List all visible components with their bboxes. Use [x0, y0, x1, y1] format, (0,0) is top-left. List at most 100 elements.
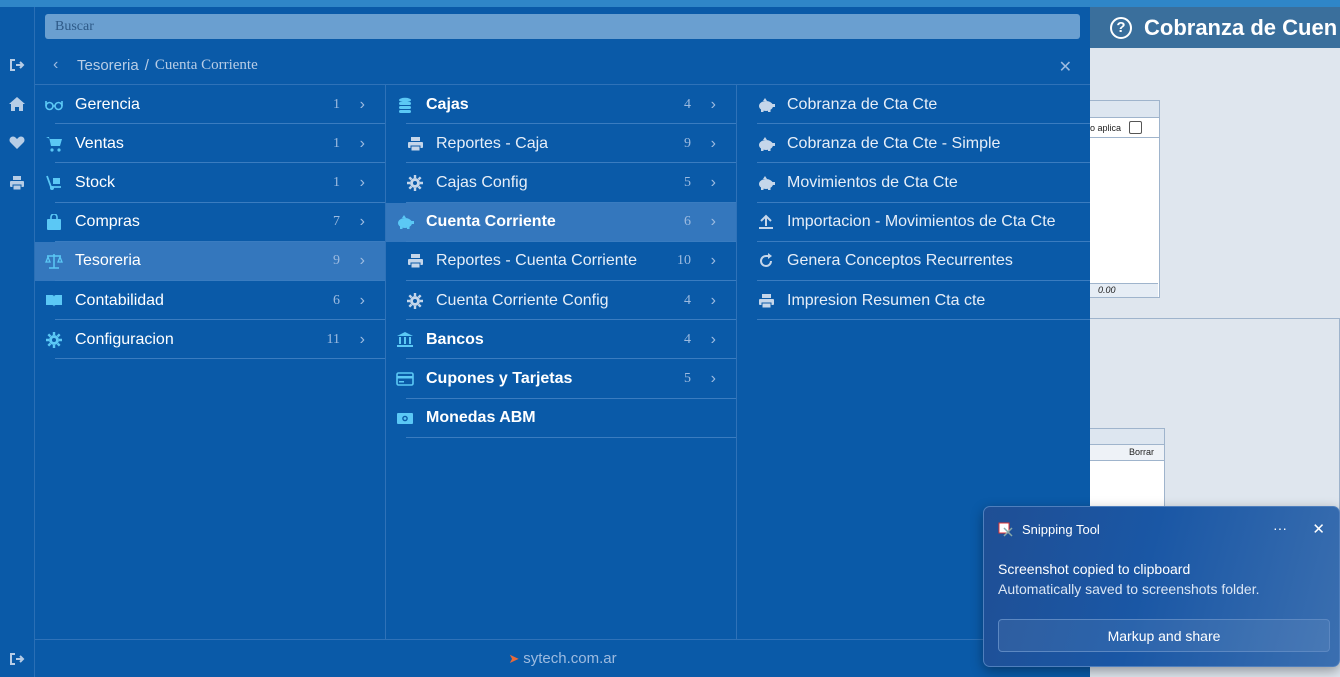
submenu-item-cuenta-corriente[interactable]: Cuenta Corriente 6 › — [386, 202, 736, 242]
toast-app-name: Snipping Tool — [1022, 522, 1100, 537]
menu-item-label: Stock — [75, 173, 116, 191]
heart-icon[interactable] — [6, 132, 28, 154]
gear-icon — [45, 331, 63, 349]
toast-notification: Snipping Tool ··· ✕ Screenshot copied to… — [983, 506, 1340, 667]
menu-item-label: Configuracion — [75, 330, 174, 348]
menu-item-count: 4 — [684, 96, 691, 112]
submenu-item-reportes-caja[interactable]: Reportes - Caja 9 › — [386, 124, 736, 164]
chevron-right-icon: › — [359, 134, 365, 152]
printer-icon — [406, 135, 424, 153]
submenu-item-cajas-config[interactable]: Cajas Config 5 › — [386, 163, 736, 203]
menu-item-label: Cajas Config — [436, 173, 528, 191]
action-item-movimientos-de-cta-cte[interactable]: Movimientos de Cta Cte — [737, 163, 1090, 203]
close-icon[interactable]: ✕ — [1312, 520, 1325, 538]
menu-item-label: Cajas — [426, 95, 469, 113]
help-icon[interactable]: ? — [1110, 16, 1132, 39]
logout-icon[interactable] — [6, 648, 28, 670]
menu-item-label: Monedas ABM — [426, 409, 536, 427]
chevron-right-icon: › — [359, 252, 365, 270]
menu-item-label: Cuenta Corriente — [426, 213, 556, 231]
menu-item-gerencia[interactable]: Gerencia 1 › — [35, 85, 385, 125]
menu-item-count: 4 — [684, 292, 691, 308]
chevron-right-icon: › — [710, 213, 716, 231]
chevron-right-icon: › — [359, 95, 365, 113]
menu-item-contabilidad[interactable]: Contabilidad 6 › — [35, 281, 385, 321]
more-icon[interactable]: ··· — [1273, 520, 1287, 536]
submenu-item-bancos[interactable]: Bancos 4 › — [386, 320, 736, 360]
menu-item-count: 11 — [326, 331, 340, 347]
grid-checkbox[interactable] — [1129, 121, 1143, 134]
menu-item-compras[interactable]: Compras 7 › — [35, 203, 385, 242]
menu-item-stock[interactable]: Stock 1 › — [35, 163, 385, 203]
snipping-tool-icon — [998, 522, 1013, 537]
data-grid: Borrar — [1090, 428, 1165, 508]
chevron-left-icon[interactable]: ‹ — [53, 56, 67, 74]
menu-item-label: Tesoreria — [75, 252, 141, 270]
menu-item-count: 1 — [333, 96, 340, 112]
breadcrumb: ‹ Tesoreria / Cuenta Corriente ✕ — [35, 46, 1090, 85]
cart-icon — [45, 135, 63, 153]
bag-icon — [45, 213, 63, 231]
menu-item-label: Genera Conceptos Recurrentes — [787, 252, 1013, 270]
logout-icon[interactable] — [6, 54, 28, 76]
chevron-right-icon: › — [710, 134, 716, 152]
submenu-item-cajas[interactable]: Cajas 4 › — [386, 85, 736, 125]
piggy-bank-icon — [757, 96, 775, 114]
menu-item-ventas[interactable]: Ventas 1 › — [35, 124, 385, 164]
menu-item-count: 6 — [333, 292, 340, 308]
bank-icon — [396, 331, 414, 349]
home-icon[interactable] — [6, 93, 28, 115]
piggy-bank-icon — [396, 213, 414, 231]
printer-icon — [406, 252, 424, 270]
submenu-item-cupones-y-tarjetas[interactable]: Cupones y Tarjetas 5 › — [386, 359, 736, 399]
action-item-genera-conceptos-recurrentes[interactable]: Genera Conceptos Recurrentes — [737, 242, 1090, 282]
top-strip — [0, 0, 1340, 7]
menu-item-count: 9 — [333, 253, 340, 269]
menu-item-label: Gerencia — [75, 95, 140, 113]
gear-icon — [406, 174, 424, 192]
menu-item-label: Impresion Resumen Cta cte — [787, 291, 986, 309]
footer-brand[interactable]: sytech.com.ar — [523, 650, 616, 667]
action-item-impresion-resumen-cta-cte[interactable]: Impresion Resumen Cta cte — [737, 281, 1090, 321]
grid-footer: 0.00 — [1090, 283, 1158, 297]
chevron-right-icon: › — [359, 291, 365, 309]
markup-and-share-button[interactable]: Markup and share — [998, 619, 1330, 652]
chevron-right-icon: › — [710, 95, 716, 113]
grid-header-text: o aplica — [1090, 122, 1122, 133]
printer-icon[interactable] — [6, 172, 28, 194]
chevron-right-icon: › — [710, 369, 716, 387]
close-icon[interactable]: ✕ — [1059, 57, 1072, 77]
menu-item-count: 5 — [684, 370, 691, 386]
breadcrumb-level2: Cuenta Corriente — [154, 56, 258, 73]
chevron-right-icon: › — [710, 252, 716, 270]
breadcrumb-level1[interactable]: Tesoreria — [77, 57, 139, 74]
menu-item-count: 9 — [684, 135, 691, 151]
menu-item-count: 10 — [677, 253, 691, 269]
page-title: Cobranza de Cuen — [1144, 14, 1338, 40]
grid-column-header[interactable]: Borrar — [1090, 445, 1164, 461]
printer-icon — [757, 292, 775, 310]
submenu-item-cuenta-corriente-config[interactable]: Cuenta Corriente Config 4 › — [386, 281, 736, 321]
menu-item-configuracion[interactable]: Configuracion 11 › — [35, 320, 385, 360]
submenu-item-monedas-abm[interactable]: Monedas ABM — [386, 399, 736, 438]
sytech-logo-icon: ➤ — [508, 650, 520, 666]
toast-message: Screenshot copied to clipboard — [998, 561, 1191, 577]
menu-item-label: Contabilidad — [75, 291, 164, 309]
search-input[interactable] — [45, 14, 1080, 39]
chevron-right-icon: › — [710, 330, 716, 348]
balance-scale-icon — [45, 252, 63, 270]
grid-total: 0.00 — [1098, 285, 1116, 295]
menu-item-label: Cobranza de Cta Cte — [787, 95, 938, 113]
chevron-right-icon: › — [710, 173, 716, 191]
action-item-cobranza-de-cta-cte-simple[interactable]: Cobranza de Cta Cte - Simple — [737, 124, 1090, 164]
menu-item-tesoreria[interactable]: Tesoreria 9 › — [35, 241, 385, 282]
menu-item-count: 5 — [684, 174, 691, 190]
menu-item-label: Ventas — [75, 134, 124, 152]
toast-submessage: Automatically saved to screenshots folde… — [998, 581, 1260, 597]
chevron-right-icon: › — [359, 330, 365, 348]
action-item-cobranza-de-cta-cte[interactable]: Cobranza de Cta Cte — [737, 85, 1090, 125]
submenu-item-reportes-cuenta-corriente[interactable]: Reportes - Cuenta Corriente 10 › — [386, 242, 736, 282]
redo-icon — [757, 252, 775, 270]
menu-item-count: 1 — [333, 174, 340, 190]
action-item-importacion-movimientos-de-cta-cte[interactable]: Importacion - Movimientos de Cta Cte — [737, 203, 1090, 242]
